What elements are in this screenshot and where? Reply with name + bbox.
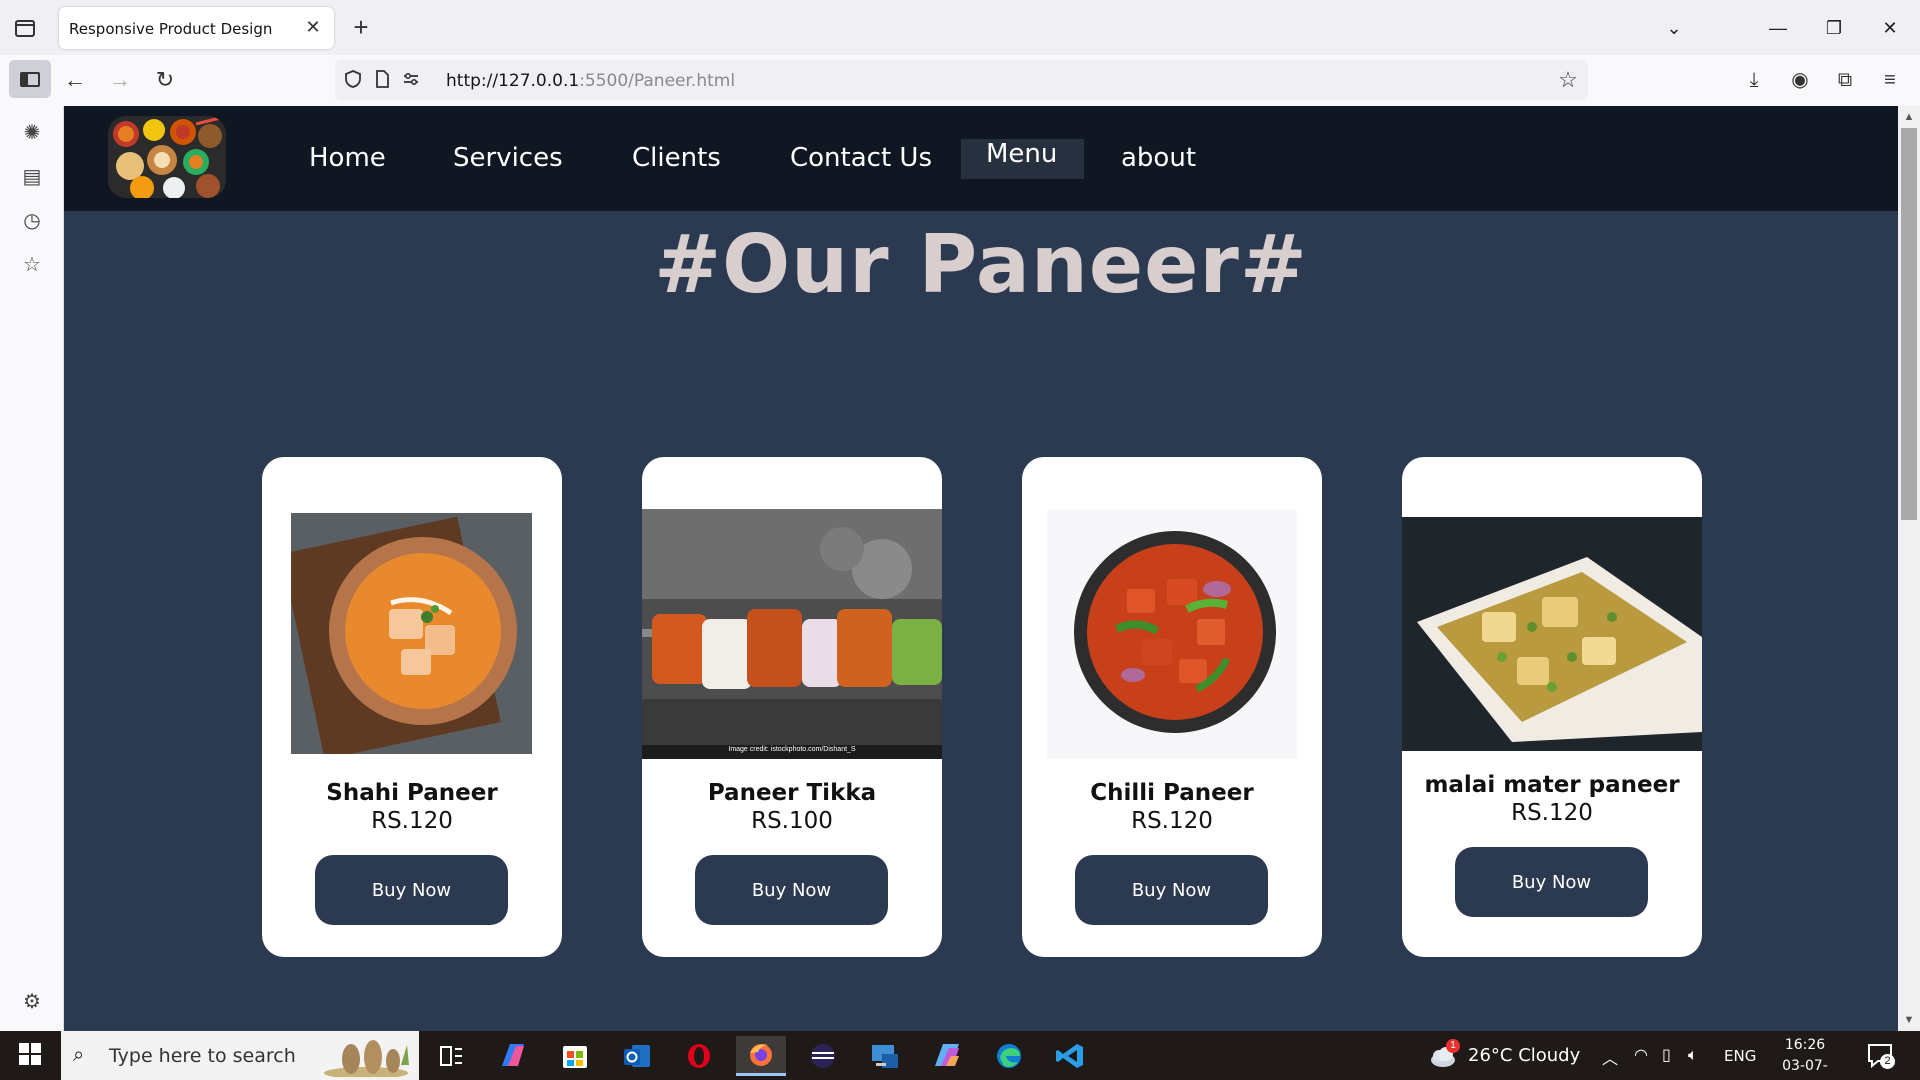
page-title: #Our Paneer# (654, 218, 1308, 311)
synced-tabs-icon[interactable]: ▤ (19, 164, 45, 190)
product-price: RS.100 (751, 808, 833, 834)
restore-icon[interactable]: ❐ (1814, 10, 1854, 46)
product-image (1402, 517, 1702, 751)
nav-about[interactable]: about (1121, 143, 1196, 173)
product-card: Shahi Paneer RS.120 Buy Now (262, 457, 562, 957)
language-indicator[interactable]: ENG (1724, 1047, 1756, 1065)
shield-icon[interactable] (342, 69, 364, 91)
windows-start-icon[interactable] (10, 1042, 50, 1070)
product-price: RS.120 (1511, 800, 1593, 826)
new-tab-icon[interactable]: + (346, 13, 376, 43)
close-tab-icon[interactable]: ✕ (302, 16, 324, 38)
ai-chatbot-icon[interactable]: ✺ (19, 120, 45, 146)
menu-icon[interactable]: ≡ (1875, 65, 1905, 95)
product-name: Shahi Paneer (326, 780, 498, 806)
nav-menu[interactable]: Menu (986, 139, 1057, 169)
battery-icon[interactable]: ▯ (1662, 1045, 1671, 1064)
bookmark-star-icon[interactable]: ☆ (1556, 68, 1580, 92)
nav-services[interactable]: Services (453, 143, 563, 173)
microsoft-365-copilot-icon[interactable] (922, 1036, 972, 1076)
browser-tab-bar: Responsive Product Design ✕ + ⌄ — ❐ ✕ (0, 0, 1920, 55)
opera-icon[interactable] (674, 1036, 724, 1076)
clock-date: 03-07-2025 (1782, 1058, 1828, 1080)
reload-icon[interactable]: ↻ (148, 63, 182, 97)
copilot-app-icon[interactable] (488, 1036, 538, 1076)
nav-contact-us[interactable]: Contact Us (790, 143, 932, 173)
minimize-icon[interactable]: — (1758, 10, 1798, 46)
search-icon: ⌕ (73, 1044, 85, 1066)
task-view-icon[interactable] (426, 1036, 476, 1076)
page-scrollbar[interactable]: ▲ ▼ (1898, 106, 1920, 1031)
tab-title: Responsive Product Design (69, 20, 273, 38)
network-icon[interactable]: ◠ (1634, 1045, 1648, 1064)
product-card: malai mater paneer RS.120 Buy Now (1402, 457, 1702, 957)
scrollbar-thumb[interactable] (1901, 128, 1917, 520)
firefox-icon[interactable] (736, 1036, 786, 1076)
show-hidden-icons-chevron-icon[interactable]: ︿ (1602, 1045, 1618, 1069)
url-bar[interactable]: http://127.0.0.1:5500/Paneer.html ☆ (335, 60, 1588, 100)
buy-now-button[interactable]: Buy Now (1075, 855, 1268, 925)
product-name: Paneer Tikka (707, 780, 877, 806)
product-image (1047, 509, 1297, 759)
browser-sidebar: ✺ ▤ ◷ ☆ ⚙ (0, 106, 64, 1031)
page-viewport: Home Services Clients Contact Us Menu ab… (64, 106, 1898, 1031)
account-icon[interactable]: ◉ (1785, 65, 1815, 95)
product-image: Image credit: istockphoto.com/Dishant_S (642, 509, 942, 759)
downloads-icon[interactable]: ⤓ (1739, 65, 1769, 95)
nav-clients[interactable]: Clients (632, 143, 721, 173)
site-header: Home Services Clients Contact Us Menu ab… (64, 106, 1898, 211)
search-highlight-illustration (321, 1035, 411, 1079)
product-price: RS.120 (1131, 808, 1213, 834)
weather-text[interactable]: 26°C Cloudy (1468, 1045, 1580, 1066)
notifications-icon[interactable]: 2 (1866, 1042, 1896, 1070)
sidebar-toggle-button[interactable] (9, 60, 51, 98)
page-icon[interactable] (371, 69, 393, 91)
forward-arrow-icon[interactable]: → (103, 63, 137, 97)
list-all-tabs-icon[interactable]: ⌄ (1654, 10, 1694, 46)
product-price: RS.120 (371, 808, 453, 834)
cloudy-weather-icon[interactable]: 1 (1428, 1039, 1460, 1071)
scroll-down-icon[interactable]: ▼ (1902, 1013, 1916, 1027)
url-text[interactable]: http://127.0.0.1:5500/Paneer.html (446, 71, 735, 91)
buy-now-button[interactable]: Buy Now (695, 855, 888, 925)
clock-time: 16:26 (1784, 1037, 1826, 1053)
product-name: malai mater paneer (1424, 772, 1680, 798)
notification-count-badge: 2 (1880, 1054, 1895, 1069)
close-window-icon[interactable]: ✕ (1870, 10, 1910, 46)
bookmarks-star-icon[interactable]: ☆ (19, 252, 45, 278)
extensions-icon[interactable]: ⧉ (1830, 65, 1860, 95)
volume-icon[interactable]: 🔈︎ (1688, 1045, 1698, 1065)
tab-list-icon[interactable] (12, 15, 38, 41)
site-logo[interactable] (108, 116, 226, 198)
image-credit: Image credit: istockphoto.com/Dishant_S (728, 746, 856, 753)
system-clock[interactable]: 16:26 03-07-2025 (1768, 1035, 1842, 1080)
remote-desktop-icon[interactable] (860, 1036, 910, 1076)
outlook-icon[interactable] (612, 1036, 662, 1076)
product-image (291, 513, 532, 754)
permissions-icon[interactable] (400, 69, 422, 91)
taskbar-search-box[interactable]: ⌕ Type here to search (61, 1031, 419, 1080)
product-card: Chilli Paneer RS.120 Buy Now (1022, 457, 1322, 957)
edge-icon[interactable] (984, 1036, 1034, 1076)
product-card: Image credit: istockphoto.com/Dishant_S … (642, 457, 942, 957)
history-icon[interactable]: ◷ (19, 208, 45, 234)
browser-tab[interactable]: Responsive Product Design ✕ (59, 7, 334, 49)
weather-alert-badge: 1 (1446, 1039, 1460, 1053)
microsoft-store-icon[interactable] (550, 1036, 600, 1076)
nav-home[interactable]: Home (309, 143, 386, 173)
scroll-up-icon[interactable]: ▲ (1902, 110, 1916, 124)
product-name: Chilli Paneer (1090, 780, 1254, 806)
settings-gear-icon[interactable]: ⚙ (19, 989, 45, 1015)
windows-taskbar: ⌕ Type here to search 1 26°C Cloudy ︿ ◠ … (0, 1031, 1920, 1080)
browser-toolbar: ← → ↻ http://127.0.0.1:5500/Paneer.html … (0, 55, 1920, 106)
eclipse-ide-icon[interactable] (798, 1036, 848, 1076)
buy-now-button[interactable]: Buy Now (1455, 847, 1648, 917)
buy-now-button[interactable]: Buy Now (315, 855, 508, 925)
search-placeholder: Type here to search (109, 1045, 296, 1067)
back-arrow-icon[interactable]: ← (58, 63, 92, 97)
vscode-icon[interactable] (1046, 1036, 1096, 1076)
